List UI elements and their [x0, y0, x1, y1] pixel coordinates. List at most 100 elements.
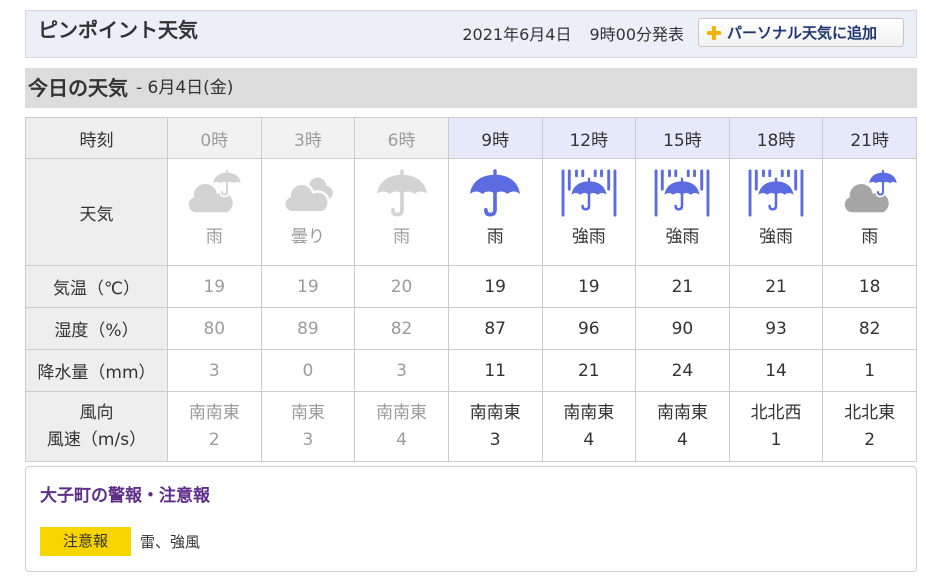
- precipitation-cell: 3: [167, 349, 262, 392]
- wind-speed: 3: [489, 429, 501, 450]
- humidity-cell: 87: [447, 307, 543, 350]
- wind-cell: 南東 3: [260, 391, 356, 462]
- wind-speed: 4: [583, 429, 595, 450]
- humidity-cell: 82: [822, 307, 917, 350]
- wind-direction: 南南東: [563, 402, 615, 423]
- today-heading: 今日の天気: [28, 76, 128, 100]
- humidity-cell: 89: [260, 307, 356, 350]
- temperature-cell: 19: [447, 265, 543, 308]
- rain-cloud-icon: [185, 168, 244, 218]
- weather-label: 強雨: [665, 227, 700, 247]
- weather-cell: 雨: [822, 158, 917, 266]
- precipitation-row: 降水量（mm） 3 0 3 11 21 24 14 1: [25, 349, 917, 392]
- wind-speed-label: 風速（m/s）: [46, 429, 147, 450]
- umbrella-icon: [466, 168, 524, 218]
- wind-speed: 3: [302, 429, 314, 450]
- heavy-rain-umbrella-icon: [747, 168, 805, 218]
- wind-cell: 南南東 2: [167, 391, 262, 462]
- today-date: - 6月4日(金): [136, 78, 234, 98]
- humidity-cell: 93: [728, 307, 824, 350]
- temperature-row: 気温（℃） 19 19 20 19 19 21 21 18: [25, 265, 917, 308]
- time-header: 6時: [354, 117, 449, 159]
- heavy-rain-umbrella-icon: [560, 168, 618, 218]
- humidity-row: 湿度（%） 80 89 82 87 96 90 93 82: [25, 307, 917, 350]
- humidity-cell: 90: [635, 307, 730, 350]
- advisory-items: 雷、強風: [140, 533, 201, 551]
- weather-cell: 強雨: [541, 158, 637, 266]
- precipitation-cell: 14: [728, 349, 824, 392]
- time-header: 12時: [541, 117, 637, 159]
- announce-time: 9時00分発表: [589, 24, 684, 44]
- time-header: 0時: [167, 117, 262, 159]
- wind-direction: 南南東: [656, 402, 708, 423]
- wind-direction: 北北東: [844, 402, 896, 423]
- wind-speed: 2: [864, 429, 876, 450]
- plus-icon: [707, 25, 721, 40]
- humidity-cell: 82: [354, 307, 449, 350]
- weather-label: 曇り: [290, 227, 325, 247]
- warning-box: 大子町の警報・注意報 注意報 雷、強風: [25, 466, 917, 572]
- weather-cell: 雨: [167, 158, 262, 266]
- weather-row: 天気 雨 曇り 雨 雨 強雨 強雨 強雨 雨: [25, 158, 917, 266]
- time-header: 21時: [822, 117, 917, 159]
- weather-cell: 雨: [447, 158, 543, 266]
- time-header: 15時: [635, 117, 730, 159]
- rain-cloud-icon: [841, 168, 899, 218]
- weather-label: 雨: [486, 227, 504, 247]
- time-header: 18時: [728, 117, 824, 159]
- temperature-cell: 21: [635, 265, 730, 308]
- add-personal-weather-button[interactable]: パーソナル天気に追加: [698, 18, 904, 47]
- temperature-cell: 19: [167, 265, 262, 308]
- humidity-row-label: 湿度（%）: [25, 307, 168, 350]
- temperature-cell: 19: [260, 265, 356, 308]
- precipitation-cell: 1: [822, 349, 917, 392]
- wind-cell: 南南東 4: [541, 391, 637, 462]
- precipitation-cell: 11: [447, 349, 543, 392]
- humidity-cell: 80: [167, 307, 262, 350]
- time-row-label: 時刻: [25, 117, 168, 159]
- precipitation-cell: 21: [541, 349, 637, 392]
- wind-speed: 2: [208, 429, 220, 450]
- precipitation-cell: 0: [260, 349, 356, 392]
- temperature-cell: 18: [822, 265, 917, 308]
- temperature-cell: 21: [728, 265, 824, 308]
- weather-cell: 雨: [354, 158, 449, 266]
- wind-direction: 北北西: [750, 402, 802, 423]
- weather-label: 雨: [393, 227, 411, 247]
- wind-row: 風向 風速（m/s） 南南東 2 南東 3 南南東 4 南南東 3 南南東 4 南南東 4 北北西 1 北北…: [25, 391, 917, 462]
- wind-cell: 南南東 3: [447, 391, 543, 462]
- pinpoint-header: ピンポイント天気 2021年6月4日 9時00分発表 パーソナル天気に追加: [25, 10, 917, 58]
- wind-direction: 南南東: [376, 402, 428, 423]
- time-header: 9時: [447, 117, 543, 159]
- weather-label: 雨: [861, 227, 879, 247]
- add-personal-weather-label: パーソナル天気に追加: [727, 24, 878, 42]
- wind-cell: 南南東 4: [354, 391, 449, 462]
- warning-row: 注意報 雷、強風: [40, 527, 200, 556]
- time-header: 3時: [260, 117, 356, 159]
- umbrella-icon: [373, 168, 431, 218]
- weather-label: 雨: [205, 227, 223, 247]
- today-weather-bar: 今日の天気 - 6月4日(金): [25, 68, 917, 108]
- weather-cell: 強雨: [728, 158, 824, 266]
- temperature-row-label: 気温（℃）: [25, 265, 168, 308]
- temperature-cell: 20: [354, 265, 449, 308]
- time-row: 時刻 0時 3時 6時 9時 12時 15時 18時 21時: [25, 117, 917, 159]
- weather-row-label: 天気: [25, 158, 168, 266]
- wind-speed: 4: [396, 429, 407, 450]
- weather-cell: 強雨: [635, 158, 730, 266]
- wind-direction: 南南東: [188, 402, 240, 423]
- announce-date: 2021年6月4日: [462, 24, 572, 44]
- wind-row-label: 風向 風速（m/s）: [25, 391, 168, 462]
- wind-cell: 南南東 4: [635, 391, 730, 462]
- precipitation-cell: 24: [635, 349, 730, 392]
- humidity-cell: 96: [541, 307, 637, 350]
- weather-label: 強雨: [571, 227, 606, 247]
- wind-direction: 南東: [290, 402, 325, 423]
- warning-title: 大子町の警報・注意報: [40, 486, 210, 506]
- precipitation-cell: 3: [354, 349, 449, 392]
- forecast-table: 時刻 0時 3時 6時 9時 12時 15時 18時 21時 天気 雨曇り雨雨強雨 強雨 強雨雨 …: [25, 117, 917, 462]
- page-title: ピンポイント天気: [38, 18, 198, 42]
- precipitation-row-label: 降水量（mm）: [25, 349, 168, 392]
- cloud-icon: [279, 168, 337, 218]
- wind-speed: 4: [677, 429, 688, 450]
